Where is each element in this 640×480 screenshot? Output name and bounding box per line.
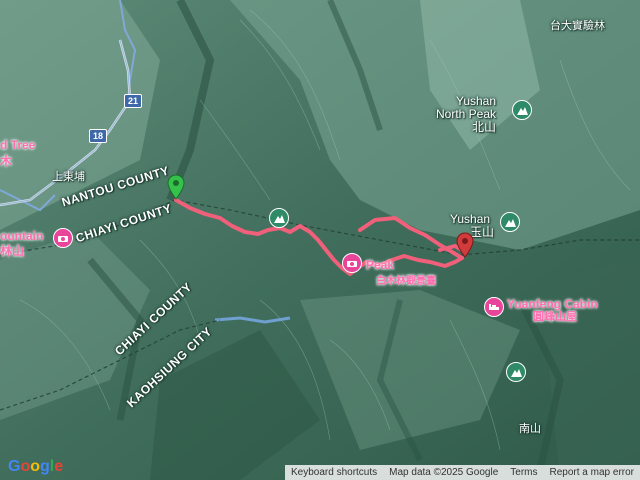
mountain-icon[interactable]: [500, 212, 520, 232]
experimental-forest-label: 台大實驗林: [550, 20, 605, 32]
camera-icon[interactable]: [342, 253, 362, 273]
road-shield-18: 18: [89, 129, 108, 143]
peak-viewpoint-label[interactable]: Peak: [366, 258, 394, 272]
google-logo: Google: [8, 458, 64, 475]
camera-glyph-icon: [58, 236, 68, 242]
yushan-north-peak-zh: 北山: [472, 120, 497, 134]
map-data-text: Map data ©2025 Google: [389, 467, 499, 478]
tree-label-partial-zh: 木: [0, 154, 13, 168]
start-pin-icon[interactable]: [167, 174, 185, 200]
mountain-glyph-icon: [504, 218, 516, 227]
yuanfeng-cabin-en: Yuanfeng Cabin: [507, 297, 598, 311]
mountain-glyph-icon: [516, 106, 528, 115]
mountain-glyph-icon: [273, 214, 285, 223]
attribution-bar: Keyboard shortcuts Map data ©2025 Google…: [284, 465, 640, 480]
keyboard-shortcuts-link[interactable]: Keyboard shortcuts: [285, 467, 383, 478]
road-shield-21: 21: [124, 94, 143, 108]
end-pin-icon[interactable]: [456, 232, 474, 258]
terms-link[interactable]: Terms: [504, 467, 543, 478]
mountain-icon[interactable]: [269, 208, 289, 228]
mountain-label-partial: ountain: [0, 229, 44, 243]
camera-icon[interactable]: [53, 228, 73, 248]
yuanfeng-cabin-label[interactable]: Yuanfeng Cabin 圓峰山屋: [507, 298, 598, 324]
map-canvas[interactable]: 21 18 NANTOU COUNTY CHIAYI COUNTY CHIAYI…: [0, 0, 640, 480]
nanshan-label: 南山: [519, 423, 541, 435]
mountain-glyph-icon: [510, 368, 522, 377]
baimu-viewpoint-label[interactable]: 白木林觀景臺: [376, 272, 436, 287]
bed-glyph-icon: [489, 304, 499, 310]
tree-label-partial: d Tree: [0, 138, 36, 152]
terrain-layer: [0, 0, 640, 480]
shangdongpu-label: 上東埔: [52, 171, 85, 183]
mountain-label-partial-zh: 林山: [0, 244, 25, 258]
mountain-icon[interactable]: [512, 100, 532, 120]
mountain-icon[interactable]: [506, 362, 526, 382]
report-map-error-link[interactable]: Report a map error: [544, 467, 640, 478]
camera-glyph-icon: [347, 261, 357, 267]
yuanfeng-cabin-zh: 圓峰山屋: [533, 311, 577, 323]
yushan-north-peak-en: Yushan North Peak: [436, 94, 497, 121]
bed-icon[interactable]: [484, 297, 504, 317]
yushan-north-peak-label[interactable]: Yushan North Peak 北山: [436, 95, 496, 134]
